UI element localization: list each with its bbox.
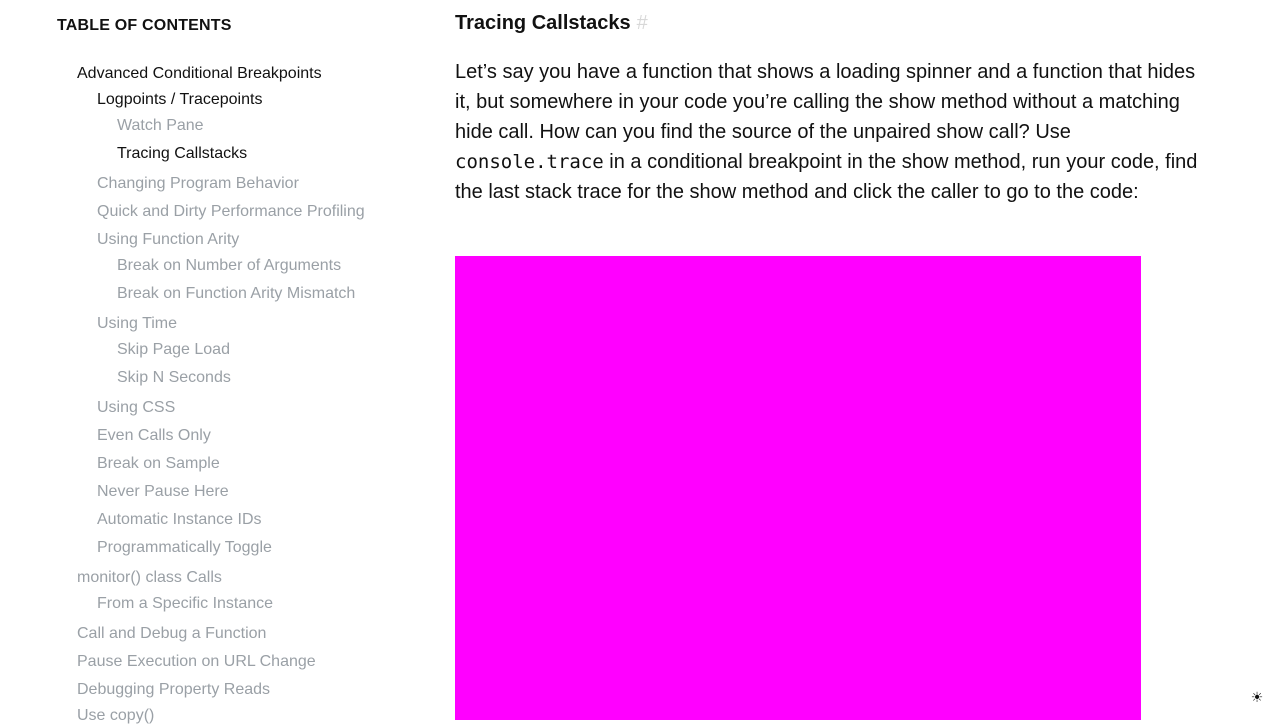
toc-item-break-on-function-arity-mismatch[interactable]: Break on Function Arity Mismatch — [117, 284, 355, 304]
toc-item-using-css[interactable]: Using CSS — [97, 398, 175, 418]
toc-item-using-function-arity[interactable]: Using Function Arity — [97, 230, 239, 250]
toc-item-skip-page-load[interactable]: Skip Page Load — [117, 340, 230, 360]
toc-item-skip-n-seconds[interactable]: Skip N Seconds — [117, 368, 231, 388]
toc-item-using-time[interactable]: Using Time — [97, 314, 177, 334]
toc-item-debugging-property-reads[interactable]: Debugging Property Reads — [77, 680, 270, 700]
theme-toggle-button[interactable]: ☀ — [1248, 688, 1266, 706]
media-placeholder — [455, 256, 1141, 720]
toc-item-pause-execution-on-url-change[interactable]: Pause Execution on URL Change — [77, 652, 316, 672]
toc-item-even-calls-only[interactable]: Even Calls Only — [97, 426, 211, 446]
toc-item-automatic-instance-ids[interactable]: Automatic Instance IDs — [97, 510, 262, 530]
toc-item-break-on-sample[interactable]: Break on Sample — [97, 454, 220, 474]
heading-anchor-link[interactable]: # — [637, 12, 648, 34]
toc-item-advanced-conditional-breakpoints[interactable]: Advanced Conditional Breakpoints — [77, 64, 322, 84]
toc-item-monitor-class-calls[interactable]: monitor() class Calls — [77, 568, 222, 588]
toc-item-call-and-debug-a-function[interactable]: Call and Debug a Function — [77, 624, 266, 644]
section-heading-text: Tracing Callstacks — [455, 12, 631, 34]
toc-item-watch-pane[interactable]: Watch Pane — [117, 116, 204, 136]
toc-item-break-on-number-of-arguments[interactable]: Break on Number of Arguments — [117, 256, 341, 276]
toc-item-tracing-callstacks[interactable]: Tracing Callstacks — [117, 144, 247, 164]
inline-code: console.trace — [455, 151, 604, 173]
toc-item-logpoints-tracepoints[interactable]: Logpoints / Tracepoints — [97, 90, 262, 110]
paragraph-text-before: Let’s say you have a function that shows… — [455, 61, 1196, 143]
toc-item-performance-profiling[interactable]: Quick and Dirty Performance Profiling — [97, 202, 365, 222]
sun-icon: ☀ — [1250, 688, 1264, 705]
article-paragraph: Let’s say you have a function that shows… — [455, 57, 1215, 207]
toc-item-use-copy[interactable]: Use copy() — [77, 706, 154, 726]
toc-item-changing-program-behavior[interactable]: Changing Program Behavior — [97, 174, 299, 194]
toc-item-from-a-specific-instance[interactable]: From a Specific Instance — [97, 594, 273, 614]
toc-item-programmatically-toggle[interactable]: Programmatically Toggle — [97, 538, 272, 558]
toc-title: TABLE OF CONTENTS — [57, 17, 232, 34]
toc-item-never-pause-here[interactable]: Never Pause Here — [97, 482, 229, 502]
section-heading: Tracing Callstacks # — [455, 12, 648, 35]
